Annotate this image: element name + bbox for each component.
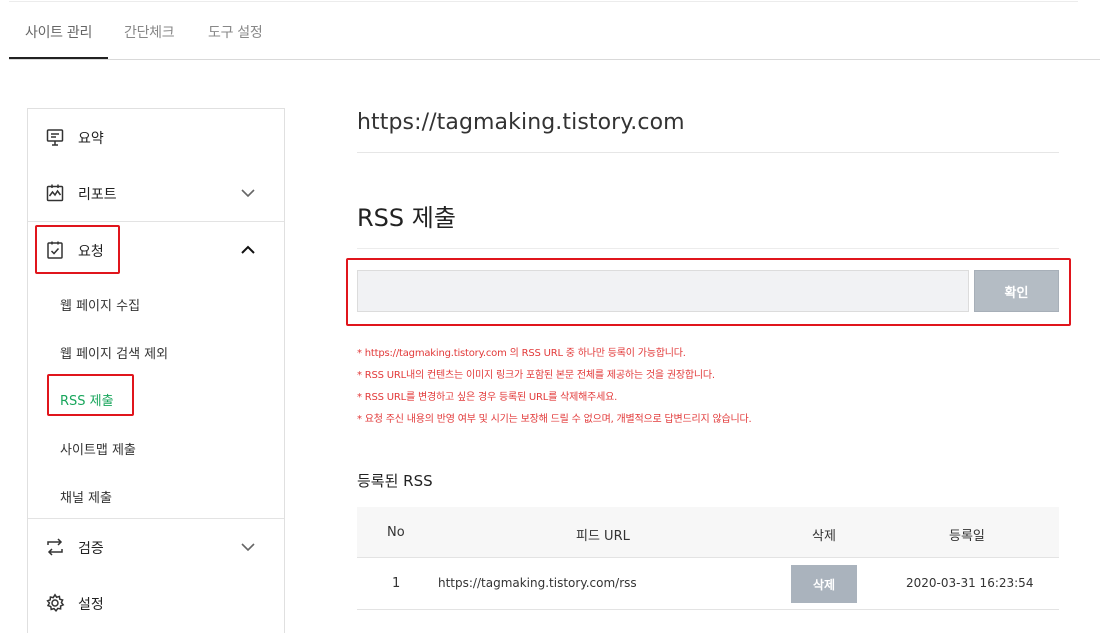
header-delete: 삭제 xyxy=(812,529,836,544)
tab-quick-check[interactable]: 간단체크 xyxy=(124,22,175,42)
sidebar-item-settings[interactable]: 설정 xyxy=(28,575,284,631)
chevron-up-icon[interactable] xyxy=(240,242,256,258)
sub-item-web-page-collect[interactable]: 웹 페이지 수집 xyxy=(60,295,140,314)
row-no: 1 xyxy=(392,576,401,591)
sidebar-item-label: 검증 xyxy=(78,541,104,557)
sidebar-item-report[interactable]: 리포트 xyxy=(28,165,284,221)
rss-submit-highlight-box xyxy=(47,374,134,416)
sidebar-item-summary[interactable]: 요약 xyxy=(28,109,284,165)
header-registered-date: 등록일 xyxy=(949,529,985,544)
top-tab-bar: 사이트 관리 간단체크 도구 설정 xyxy=(0,0,1100,60)
tab-tool-settings[interactable]: 도구 설정 xyxy=(208,22,263,42)
sidebar-item-verify[interactable]: 검증 xyxy=(28,519,284,575)
site-url-heading: https://tagmaking.tistory.com xyxy=(357,110,685,135)
confirm-button[interactable]: 확인 xyxy=(974,270,1059,312)
title-divider xyxy=(357,248,1059,249)
sidebar-item-label: 요약 xyxy=(78,131,104,147)
rss-url-input[interactable] xyxy=(357,270,969,312)
notice-item: * https://tagmaking.tistory.com 의 RSS UR… xyxy=(357,348,686,359)
tab-site-management[interactable]: 사이트 관리 xyxy=(25,22,92,42)
report-icon xyxy=(45,183,65,203)
registered-rss-heading: 등록된 RSS xyxy=(357,472,433,490)
chevron-down-icon[interactable] xyxy=(240,185,256,201)
header-feed-url: 피드 URL xyxy=(576,529,630,544)
notice-item: * RSS URL내의 컨텐츠는 이미지 링크가 포함된 본문 전체를 제공하는… xyxy=(357,370,715,381)
top-border xyxy=(9,1,1078,2)
sub-item-web-page-exclude[interactable]: 웹 페이지 검색 제외 xyxy=(60,343,168,362)
request-highlight-box xyxy=(35,225,120,274)
row-registered-date: 2020-03-31 16:23:54 xyxy=(906,576,1034,590)
summary-icon xyxy=(45,127,65,147)
tab-bar-divider xyxy=(9,59,1100,60)
page-title: RSS 제출 xyxy=(357,204,456,232)
settings-icon xyxy=(45,593,65,613)
sidebar-item-label: 리포트 xyxy=(78,187,117,203)
table-row: 1 https://tagmaking.tistory.com/rss 삭제 2… xyxy=(357,559,1059,610)
sub-item-channel-submit[interactable]: 채널 제출 xyxy=(60,487,112,506)
delete-button[interactable]: 삭제 xyxy=(791,565,857,603)
header-no: No xyxy=(387,525,405,540)
header-divider xyxy=(357,152,1059,153)
sidebar: 요약 리포트 요청 웹 페이지 수집 웹 페이지 검색 제외 RSS 제출 사이… xyxy=(27,108,285,633)
verify-icon xyxy=(45,537,65,557)
notice-item: * 요청 주신 내용의 반영 여부 및 시기는 보장해 드릴 수 없으며, 개별… xyxy=(357,414,752,425)
sub-item-sitemap-submit[interactable]: 사이트맵 제출 xyxy=(60,439,136,458)
chevron-down-icon[interactable] xyxy=(240,539,256,555)
row-feed-url: https://tagmaking.tistory.com/rss xyxy=(438,576,637,590)
sidebar-item-label: 설정 xyxy=(78,597,104,613)
notice-item: * RSS URL를 변경하고 싶은 경우 등록된 URL를 삭제해주세요. xyxy=(357,392,618,403)
table-header: No 피드 URL 삭제 등록일 xyxy=(357,507,1059,558)
